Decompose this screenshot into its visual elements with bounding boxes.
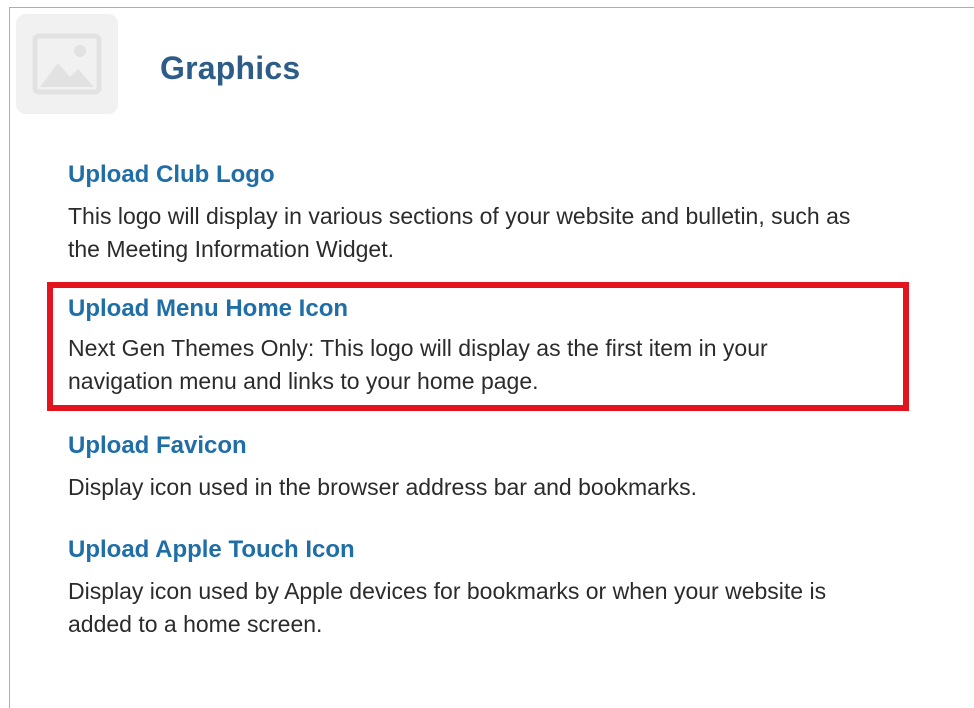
section-description-line: This logo will display in various sectio… [68, 203, 851, 229]
section-description-line: navigation menu and links to your home p… [68, 368, 539, 394]
page-title: Graphics [160, 50, 301, 86]
section-description-line: added to a home screen. [68, 611, 323, 637]
upload-club-logo-link[interactable]: Upload Club Logo [68, 160, 850, 190]
upload-apple-touch-icon-link[interactable]: Upload Apple Touch Icon [68, 535, 826, 565]
image-icon [16, 14, 118, 114]
image-placeholder-icon [32, 33, 102, 95]
section-upload-apple-touch-icon: Upload Apple Touch Icon Display icon use… [68, 535, 826, 641]
section-upload-menu-home-icon: Upload Menu Home Icon Next Gen Themes On… [68, 294, 768, 398]
section-description-line: Display icon used by Apple devices for b… [68, 578, 827, 604]
upload-menu-home-icon-link[interactable]: Upload Menu Home Icon [68, 294, 768, 324]
section-description-line: Display icon used in the browser address… [68, 474, 697, 500]
section-description-line: the Meeting Information Widget. [68, 236, 394, 262]
section-upload-favicon: Upload Favicon Display icon used in the … [68, 431, 697, 504]
upload-favicon-link[interactable]: Upload Favicon [68, 431, 697, 461]
section-description-line: Next Gen Themes Only: This logo will dis… [68, 335, 768, 361]
section-upload-club-logo: Upload Club Logo This logo will display … [68, 160, 850, 266]
